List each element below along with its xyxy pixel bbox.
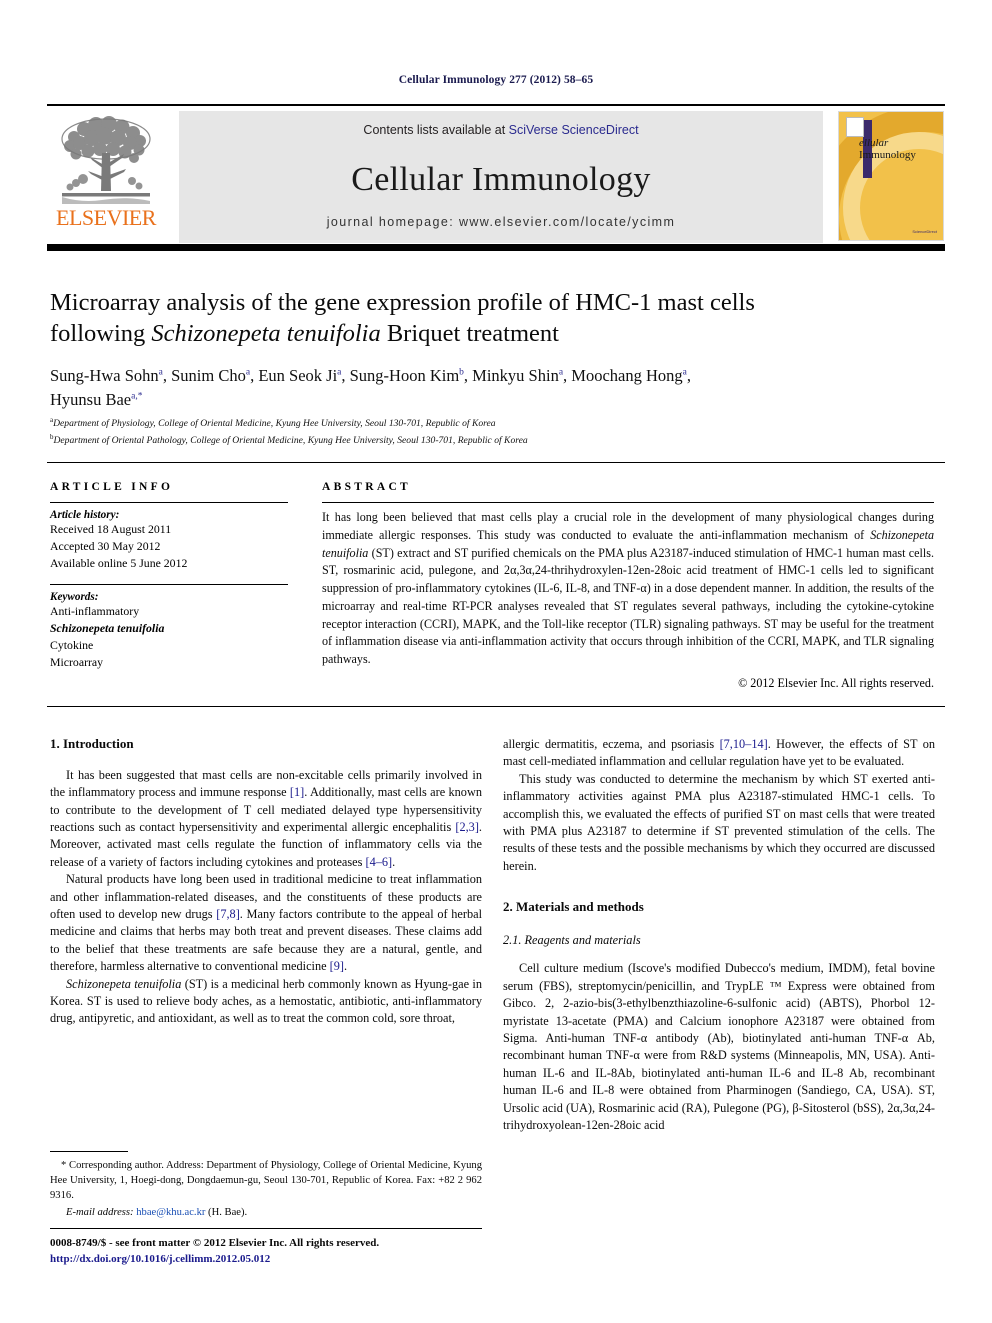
elsevier-logo: ELSEVIER bbox=[47, 111, 165, 243]
imprint-rule bbox=[50, 1228, 482, 1229]
sciencedirect-link[interactable]: SciVerse ScienceDirect bbox=[509, 123, 639, 137]
author-affil-marker: a bbox=[158, 367, 163, 378]
species-name: Schizonepeta tenuifolia bbox=[66, 976, 182, 991]
cover-elsevier-mark bbox=[846, 117, 864, 137]
keyword-item: Anti-inflammatory bbox=[50, 604, 140, 619]
masthead-center-band: Contents lists available at SciVerse Sci… bbox=[179, 111, 823, 243]
article-received-date: Received 18 August 2011 bbox=[50, 522, 172, 536]
abstract-column: ABSTRACT It has long been believed that … bbox=[322, 481, 934, 691]
article-info-column: ARTICLE INFO Article history: Received 1… bbox=[50, 481, 288, 670]
citation-ref[interactable]: [1] bbox=[290, 785, 304, 799]
abstract-heading: ABSTRACT bbox=[322, 481, 412, 493]
body-column-right: allergic dermatitis, eczema, and psorias… bbox=[503, 736, 935, 1134]
citation-ref[interactable]: [4–6] bbox=[366, 855, 393, 869]
footnote-rule bbox=[50, 1151, 128, 1152]
journal-homepage-link[interactable]: journal homepage: www.elsevier.com/locat… bbox=[179, 215, 823, 229]
author-affil-marker: a bbox=[245, 367, 251, 378]
email-note: E-mail address: hbae@khu.ac.kr (H. Bae). bbox=[50, 1205, 482, 1220]
section-heading-introduction: 1. Introduction bbox=[50, 736, 134, 751]
paragraph: Schizonepeta tenuifolia (ST) is a medici… bbox=[50, 976, 482, 1028]
imprint-copyright: 0008-8749/$ - see front matter © 2012 El… bbox=[50, 1237, 380, 1249]
contents-available-line: Contents lists available at SciVerse Sci… bbox=[179, 123, 823, 137]
abstract-part-2: (ST) extract and ST purified chemicals o… bbox=[322, 545, 934, 667]
article-info-heading: ARTICLE INFO bbox=[50, 481, 174, 493]
elsevier-wordmark: ELSEVIER bbox=[56, 205, 156, 230]
author-affil-marker: a bbox=[682, 367, 687, 378]
contents-prefix: Contents lists available at bbox=[363, 123, 509, 137]
cover-title-line2: Immunology bbox=[859, 148, 916, 161]
paragraph: This study was conducted to determine th… bbox=[503, 771, 935, 873]
keyword-item: Microarray bbox=[50, 654, 104, 669]
author-list: Sung-Hwa Sohna, Sunim Choa, Eun Seok Jia… bbox=[50, 366, 691, 409]
title-species-name: Schizonepeta tenuifolia bbox=[151, 319, 381, 347]
footnotes: * Corresponding author. Address: Departm… bbox=[50, 1158, 482, 1220]
title-line-1: Microarray analysis of the gene expressi… bbox=[50, 289, 755, 316]
citation-ref[interactable]: [9] bbox=[330, 959, 344, 973]
abstract-part-1: It has long been believed that mast cell… bbox=[322, 510, 934, 542]
running-head: Cellular Immunology 277 (2012) 58–65 bbox=[398, 74, 594, 86]
cover-journal-title: ellular Immunology bbox=[859, 137, 916, 161]
citation-ref[interactable]: [7,10–14] bbox=[720, 737, 768, 751]
author-affil-marker: a bbox=[558, 367, 564, 378]
affiliation-a-text: Department of Physiology, College of Ori… bbox=[53, 418, 496, 430]
paragraph: allergic dermatitis, eczema, and psorias… bbox=[503, 736, 935, 771]
article-accepted-date: Accepted 30 May 2012 bbox=[50, 538, 161, 553]
paragraph: Cell culture medium (Iscove's modified D… bbox=[503, 961, 935, 1132]
paragraph-text: . bbox=[392, 854, 396, 869]
email-suffix: (H. Bae). bbox=[205, 1207, 248, 1219]
citation-ref[interactable]: [7,8] bbox=[216, 907, 240, 921]
corresponding-author-note: * Corresponding author. Address: Departm… bbox=[50, 1160, 482, 1202]
keywords-block: Keywords: Anti-inflammatory Schizonepeta… bbox=[50, 584, 288, 670]
article-info-rule bbox=[50, 502, 288, 503]
email-link[interactable]: hbae@khu.ac.kr bbox=[136, 1207, 205, 1218]
title-line-2-post: Briquet treatment bbox=[380, 319, 559, 347]
affiliation-b: bDepartment of Oriental Pathology, Colle… bbox=[50, 432, 935, 449]
cover-footer-small bbox=[936, 223, 937, 227]
elsevier-tree-icon bbox=[61, 116, 151, 204]
keyword-item: Schizonepeta tenuifolia bbox=[50, 621, 165, 635]
keywords-rule bbox=[50, 584, 288, 586]
doi-link[interactable]: http://dx.doi.org/10.1016/j.cellimm.2012… bbox=[50, 1252, 510, 1268]
paragraph: Natural products have long been used in … bbox=[50, 871, 482, 975]
paragraph: It has been suggested that mast cells ar… bbox=[50, 767, 482, 871]
article-available-date: Available online 5 June 2012 bbox=[50, 555, 188, 570]
paragraph-text: allergic dermatitis, eczema, and psorias… bbox=[503, 737, 720, 751]
citation-ref[interactable]: [2,3] bbox=[455, 820, 479, 834]
paragraph-text: . bbox=[343, 959, 348, 974]
cover-footer-label: ScienceDirect bbox=[912, 229, 937, 234]
divider-above-abstract bbox=[47, 462, 945, 463]
affiliations: aDepartment of Physiology, College of Or… bbox=[50, 415, 935, 449]
subsection-heading-reagents-and-materials: 2.1. Reagents and materials bbox=[503, 933, 641, 948]
author-affil-marker: a bbox=[337, 367, 342, 378]
journal-article-page: Cellular Immunology 277 (2012) 58–65 ELS… bbox=[0, 0, 992, 1323]
author-affil-marker: b bbox=[459, 367, 464, 378]
article-history-label: Article history: bbox=[50, 509, 120, 521]
keyword-item: Cytokine bbox=[50, 637, 94, 652]
affiliation-b-text: Department of Oriental Pathology, Colleg… bbox=[53, 435, 528, 447]
author-affil-marker-corresponding: a,* bbox=[131, 391, 143, 402]
section-heading-materials-and-methods: 2. Materials and methods bbox=[503, 899, 644, 915]
imprint-block: 0008-8749/$ - see front matter © 2012 El… bbox=[50, 1236, 510, 1268]
journal-masthead: ELSEVIER Contents lists available at Sci… bbox=[47, 104, 945, 243]
abstract-text: It has long been believed that mast cell… bbox=[322, 509, 934, 669]
page-title: Microarray analysis of the gene expressi… bbox=[50, 288, 930, 349]
keywords-label: Keywords: bbox=[50, 591, 99, 604]
abstract-rule bbox=[322, 502, 934, 503]
cover-image: ellular Immunology ScienceDirect bbox=[838, 111, 944, 241]
affiliation-a: aDepartment of Physiology, College of Or… bbox=[50, 415, 935, 432]
cover-title-line1: ellular bbox=[859, 137, 889, 149]
title-line-2-pre: following bbox=[50, 319, 152, 347]
abstract-copyright: © 2012 Elsevier Inc. All rights reserved… bbox=[738, 675, 934, 690]
email-label: E-mail address: bbox=[66, 1207, 134, 1219]
divider-below-abstract bbox=[47, 706, 945, 707]
body-column-left: 1. Introduction It has been suggested th… bbox=[50, 736, 482, 1028]
journal-cover-thumbnail: ellular Immunology ScienceDirect bbox=[837, 111, 945, 243]
masthead-bottom-rule bbox=[47, 244, 945, 251]
journal-title: Cellular Immunology bbox=[351, 161, 651, 198]
